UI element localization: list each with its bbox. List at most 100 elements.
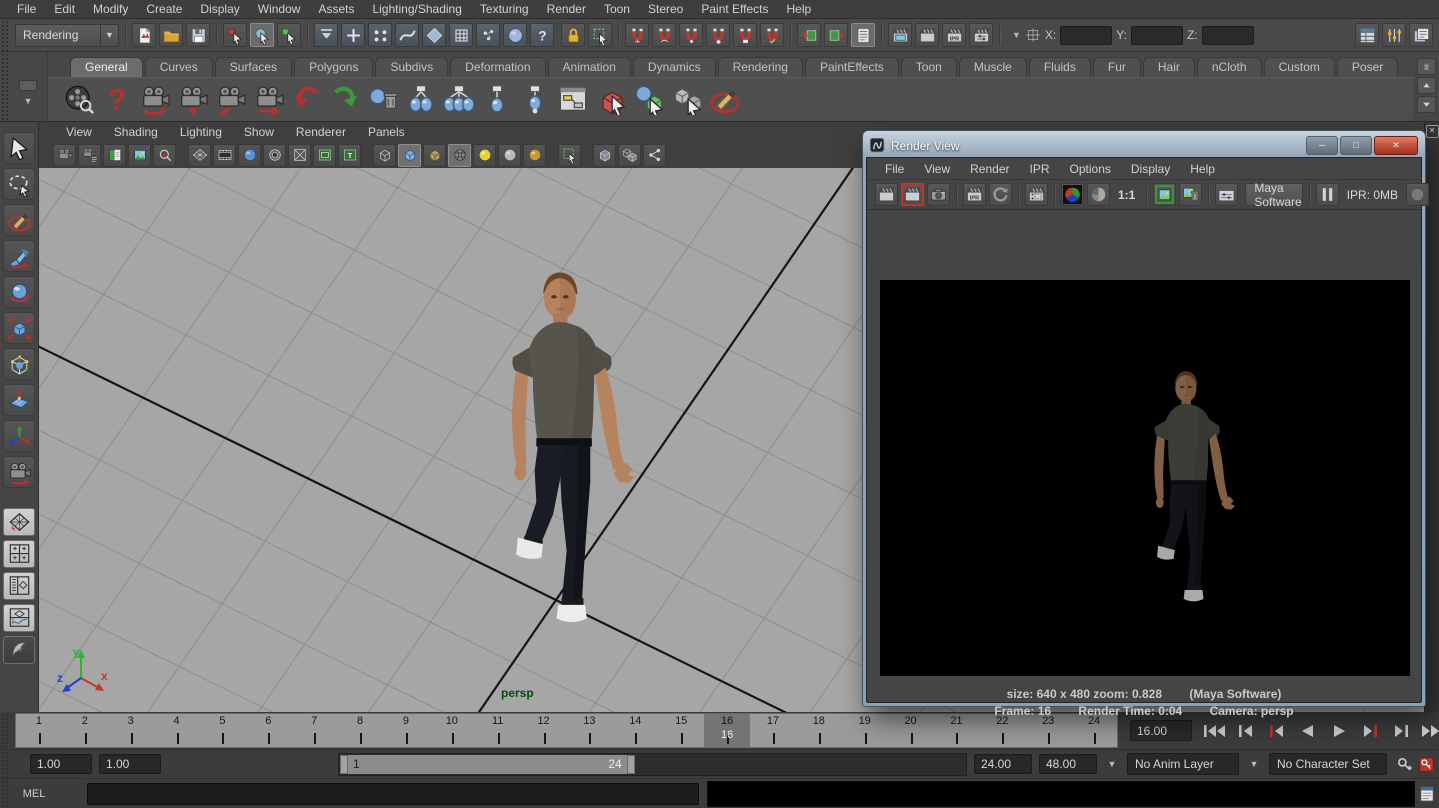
shelf-tab-curves[interactable]: Curves bbox=[145, 57, 213, 77]
camera-attributes-icon[interactable] bbox=[78, 144, 101, 167]
status-line-grip[interactable] bbox=[0, 19, 9, 51]
frame-3[interactable]: 3 bbox=[108, 714, 154, 747]
select-tool[interactable] bbox=[3, 132, 35, 164]
isolate-select-icon[interactable] bbox=[558, 144, 581, 167]
rv-menu-render[interactable]: Render bbox=[960, 160, 1019, 178]
show-manipulator-tool[interactable] bbox=[3, 420, 35, 452]
rv-menu-display[interactable]: Display bbox=[1121, 160, 1180, 178]
film-gate-icon[interactable] bbox=[213, 144, 236, 167]
step-forward-key-button[interactable] bbox=[1357, 721, 1383, 741]
shelf-tab-poser[interactable]: Poser bbox=[1337, 57, 1398, 77]
x-input[interactable] bbox=[1060, 26, 1112, 45]
panel-menu-shading[interactable]: Shading bbox=[103, 123, 169, 141]
character-set-dropdown-icon[interactable]: ▼ bbox=[1246, 759, 1262, 769]
show-channel-box-icon[interactable] bbox=[1355, 23, 1379, 47]
group-collapser[interactable] bbox=[122, 23, 129, 47]
single-pane-layout[interactable] bbox=[3, 508, 35, 536]
snap-point-icon[interactable] bbox=[679, 23, 703, 47]
panel-menu-show[interactable]: Show bbox=[233, 123, 285, 141]
menu-help[interactable]: Help bbox=[778, 0, 821, 18]
rgb-channels-icon[interactable] bbox=[1061, 183, 1084, 206]
snapshot-icon[interactable] bbox=[927, 183, 950, 206]
shelf-scroll-up-icon[interactable] bbox=[1417, 77, 1436, 94]
cluster-group-icon[interactable] bbox=[442, 82, 476, 116]
render-view-window[interactable]: Render View ─ □ ✕ FileViewRenderIPROptio… bbox=[862, 130, 1426, 707]
select-component-icon[interactable] bbox=[277, 23, 301, 47]
play-backwards-button[interactable] bbox=[1295, 721, 1321, 741]
range-end-handle[interactable] bbox=[627, 755, 635, 774]
save-scene-icon[interactable] bbox=[186, 23, 210, 47]
region-render-icon[interactable] bbox=[1025, 183, 1048, 206]
menu-paint-effects[interactable]: Paint Effects bbox=[692, 0, 777, 18]
range-start-handle[interactable] bbox=[340, 755, 348, 774]
smooth-shade-icon[interactable] bbox=[398, 144, 421, 167]
menu-texturing[interactable]: Texturing bbox=[471, 0, 538, 18]
renderer-selector[interactable]: Maya Software bbox=[1245, 183, 1302, 206]
toolbox-logo[interactable] bbox=[3, 636, 35, 664]
real-size-label[interactable]: 1:1 bbox=[1118, 188, 1135, 202]
command-result-field[interactable] bbox=[707, 781, 1415, 807]
pause-ipr-icon[interactable] bbox=[1316, 183, 1339, 206]
playback-range-bar[interactable]: 1 24 bbox=[340, 755, 635, 774]
group-collapser[interactable] bbox=[996, 23, 1003, 47]
ipr-render-icon[interactable]: IPR bbox=[963, 183, 986, 206]
wireframe-icon[interactable] bbox=[373, 144, 396, 167]
bookmark-icon[interactable] bbox=[103, 144, 126, 167]
shelf-tab-hair[interactable]: Hair bbox=[1143, 57, 1195, 77]
menu-file[interactable]: File bbox=[8, 0, 45, 18]
camera-pan-icon[interactable] bbox=[176, 82, 210, 116]
frame-11[interactable]: 11 bbox=[475, 714, 521, 747]
menu-modify[interactable]: Modify bbox=[84, 0, 137, 18]
current-time-field[interactable] bbox=[1130, 720, 1192, 741]
shelf-tab-dropdown-icon[interactable]: ▼ bbox=[24, 96, 33, 106]
show-attribute-editor-icon[interactable] bbox=[1409, 23, 1433, 47]
character-set-selector[interactable]: No Character Set bbox=[1269, 753, 1387, 775]
group-collapser[interactable] bbox=[213, 23, 220, 47]
go-to-start-button[interactable] bbox=[1202, 721, 1228, 741]
render-view-titlebar[interactable]: Render View ─ □ ✕ bbox=[866, 134, 1422, 157]
grid-icon[interactable] bbox=[188, 144, 211, 167]
command-language-toggle[interactable]: MEL bbox=[9, 788, 59, 800]
joint-cluster-icon[interactable] bbox=[480, 82, 514, 116]
anim-layer-dropdown-icon[interactable]: ▼ bbox=[1104, 759, 1120, 769]
step-back-frame-button[interactable] bbox=[1233, 721, 1259, 741]
redo-previous-render-icon[interactable] bbox=[875, 183, 898, 206]
delete-unused-icon[interactable] bbox=[366, 82, 400, 116]
undo-icon[interactable] bbox=[290, 82, 324, 116]
frame-7[interactable]: 7 bbox=[291, 714, 337, 747]
shelf-scroll-down-icon[interactable] bbox=[1417, 96, 1436, 113]
minimize-button[interactable]: ─ bbox=[1306, 136, 1338, 155]
use-all-lights-icon[interactable] bbox=[448, 144, 471, 167]
group-collapser[interactable] bbox=[878, 23, 885, 47]
animation-start-field[interactable] bbox=[30, 754, 92, 774]
joint-handle-icon[interactable] bbox=[518, 82, 552, 116]
snap-grid-icon[interactable] bbox=[625, 23, 649, 47]
y-input[interactable] bbox=[1131, 26, 1183, 45]
mask-deformations-icon[interactable] bbox=[449, 23, 473, 47]
group-collapser[interactable] bbox=[304, 23, 311, 47]
frame-4[interactable]: 4 bbox=[154, 714, 200, 747]
menu-assets[interactable]: Assets bbox=[309, 0, 363, 18]
resolution-gate-icon[interactable] bbox=[238, 144, 261, 167]
make-live-icon[interactable] bbox=[760, 23, 784, 47]
set-key-icon[interactable] bbox=[1394, 754, 1414, 774]
menu-create[interactable]: Create bbox=[137, 0, 191, 18]
paint-selection-tool[interactable] bbox=[3, 204, 35, 236]
menu-window[interactable]: Window bbox=[249, 0, 310, 18]
gate-mask-icon[interactable] bbox=[263, 144, 286, 167]
group-collapser[interactable] bbox=[787, 23, 794, 47]
z-input[interactable] bbox=[1202, 26, 1254, 45]
menu-stereo[interactable]: Stereo bbox=[639, 0, 692, 18]
open-render-view-icon[interactable] bbox=[888, 23, 912, 47]
shelf-tab-deformation[interactable]: Deformation bbox=[450, 57, 545, 77]
menu-edit[interactable]: Edit bbox=[45, 0, 84, 18]
panel-menu-panels[interactable]: Panels bbox=[357, 123, 416, 141]
render-current-frame-icon[interactable] bbox=[901, 183, 924, 206]
menu-set-selector[interactable]: Rendering ▼ bbox=[15, 24, 119, 47]
select-hierarchy-icon[interactable] bbox=[223, 23, 247, 47]
maximize-button[interactable]: □ bbox=[1340, 136, 1372, 155]
rv-menu-file[interactable]: File bbox=[875, 160, 914, 178]
shelf-tab-surfaces[interactable]: Surfaces bbox=[215, 57, 292, 77]
xray-icon[interactable] bbox=[593, 144, 616, 167]
frame-16[interactable]: 1616 bbox=[704, 714, 750, 747]
